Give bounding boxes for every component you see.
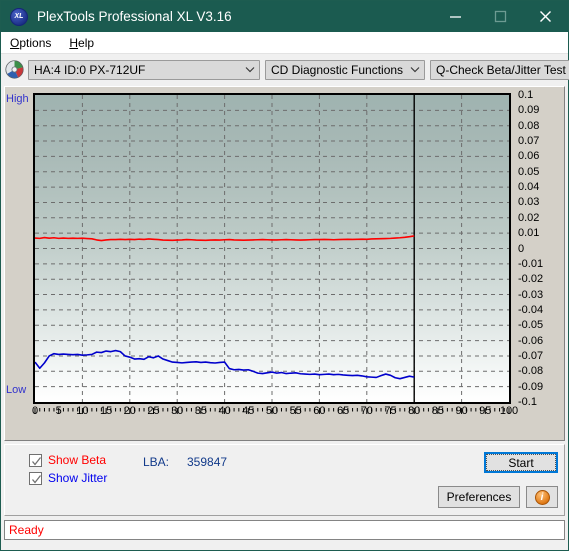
x-tick-label: 80 <box>408 405 421 417</box>
x-tick-label: 50 <box>265 405 279 417</box>
info-button[interactable]: i <box>526 486 558 508</box>
y-tick-label: 0.09 <box>518 104 540 117</box>
function-select[interactable]: CD Diagnostic Functions <box>265 59 425 80</box>
chevron-down-icon <box>406 66 424 73</box>
x-tick-label: 15 <box>99 405 113 417</box>
title-bar: XL PlexTools Professional XL V3.16 <box>1 1 568 32</box>
x-tick-label: 25 <box>147 405 160 417</box>
app-logo-icon: XL <box>10 7 28 26</box>
y-tick-label: -0.07 <box>518 349 544 362</box>
y-tick-label: 0.04 <box>518 181 540 194</box>
preferences-button-label: Preferences <box>446 490 512 504</box>
y-tick-label: 0.1 <box>518 89 534 101</box>
x-tick-label: 55 <box>289 405 302 417</box>
chart-axis-label-low: Low <box>6 384 27 396</box>
start-button-label: Start <box>486 454 556 471</box>
x-tick-label: 60 <box>313 405 326 417</box>
menu-item-help[interactable]: Help <box>60 33 103 53</box>
preferences-button[interactable]: Preferences <box>438 486 520 508</box>
y-tick-label: 0.07 <box>518 135 540 148</box>
x-tick-label: 85 <box>431 405 445 417</box>
drive-select[interactable]: HA:4 ID:0 PX-712UF <box>28 59 260 80</box>
chevron-down-icon <box>241 66 259 73</box>
lba-value: 359847 <box>187 455 228 469</box>
status-bar: Ready <box>4 520 565 540</box>
x-tick-label: 0 <box>31 405 39 417</box>
y-tick-label: -0.01 <box>518 257 544 270</box>
x-tick-label: 5 <box>55 405 62 417</box>
show-jitter-checkbox-row[interactable]: Show Jitter <box>29 471 107 485</box>
y-tick-label: -0.1 <box>518 396 537 408</box>
y-tick-label: 0.05 <box>518 165 540 178</box>
function-select-value: CD Diagnostic Functions <box>271 62 404 77</box>
x-tick-label: 70 <box>360 405 373 417</box>
controls-panel: Show Beta Show Jitter LBA: 359847 Start … <box>4 444 565 516</box>
menu-bar: Options Help <box>1 32 568 54</box>
x-tick-label: 75 <box>384 405 397 417</box>
x-tick-label: 45 <box>242 405 255 417</box>
y-tick-label: -0.05 <box>518 319 544 332</box>
minimize-button[interactable] <box>433 1 478 32</box>
info-icon: i <box>534 489 550 505</box>
toolbar: HA:4 ID:0 PX-712UF CD Diagnostic Functio… <box>1 54 569 84</box>
y-tick-label: 0.03 <box>518 196 540 209</box>
chart-bottom-axis: 0 5 10 15 20 25 30 35 40 45 50 55 60 65 70 75 80 85 90 95 10… <box>31 405 519 425</box>
disc-icon <box>5 60 24 79</box>
y-tick-label: 0.08 <box>518 119 540 132</box>
y-tick-label: -0.09 <box>518 380 544 393</box>
y-tick-label: -0.03 <box>518 288 544 301</box>
status-text: Ready <box>9 523 44 537</box>
show-beta-checkbox-row[interactable]: Show Beta <box>29 453 106 467</box>
x-tick-label: 90 <box>455 405 468 417</box>
x-tick-label: 65 <box>336 405 350 417</box>
chart-axis-label-high: High <box>6 93 29 105</box>
menu-item-help-label: elp <box>78 35 95 50</box>
y-tick-label: -0.06 <box>518 334 544 347</box>
menu-item-options-label: ptions <box>19 35 52 50</box>
y-tick-label: -0.08 <box>518 365 544 378</box>
show-beta-label: Show Beta <box>48 453 107 467</box>
start-button[interactable]: Start <box>484 452 558 473</box>
lba-label: LBA: <box>143 455 170 469</box>
test-select[interactable]: Q-Check Beta/Jitter Test <box>430 59 569 80</box>
test-select-value: Q-Check Beta/Jitter Test <box>436 62 566 77</box>
x-tick-label: 40 <box>218 405 231 417</box>
chart-plot-area <box>33 93 511 404</box>
drive-select-value: HA:4 ID:0 PX-712UF <box>34 62 146 77</box>
x-tick-label: 20 <box>123 405 136 417</box>
y-tick-label: -0.04 <box>518 303 544 316</box>
show-jitter-checkbox[interactable] <box>29 471 42 485</box>
x-tick-label: 10 <box>76 405 89 417</box>
show-beta-checkbox[interactable] <box>29 453 42 467</box>
y-tick-label: 0.01 <box>518 227 540 240</box>
y-tick-label: 0.06 <box>518 150 540 163</box>
chart-right-axis: 0.1 0.09 0.08 0.07 0.06 0.05 0.04 0.03 0.02 0.01 0… <box>514 87 569 409</box>
x-tick-label: 30 <box>171 405 184 417</box>
y-tick-label: 0.02 <box>518 211 540 224</box>
x-tick-label: 35 <box>194 405 208 417</box>
show-jitter-label: Show Jitter <box>48 471 108 485</box>
maximize-button[interactable] <box>478 1 523 32</box>
x-tick-label: 95 <box>479 405 492 417</box>
x-tick-label: 100 <box>499 405 519 417</box>
y-tick-label: -0.02 <box>518 273 544 286</box>
menu-item-options[interactable]: Options <box>1 33 60 53</box>
plextools-window: XL PlexTools Professional XL V3.16 Optio… <box>0 0 569 551</box>
close-button[interactable] <box>523 1 568 32</box>
window-title: PlexTools Professional XL V3.16 <box>37 9 232 24</box>
chart-canvas <box>35 95 509 402</box>
chart-panel: High Low 0.1 0.09 0.08 0.07 0.06 0.05 0.04 0.03… <box>4 86 565 441</box>
y-tick-label: 0 <box>518 242 525 255</box>
